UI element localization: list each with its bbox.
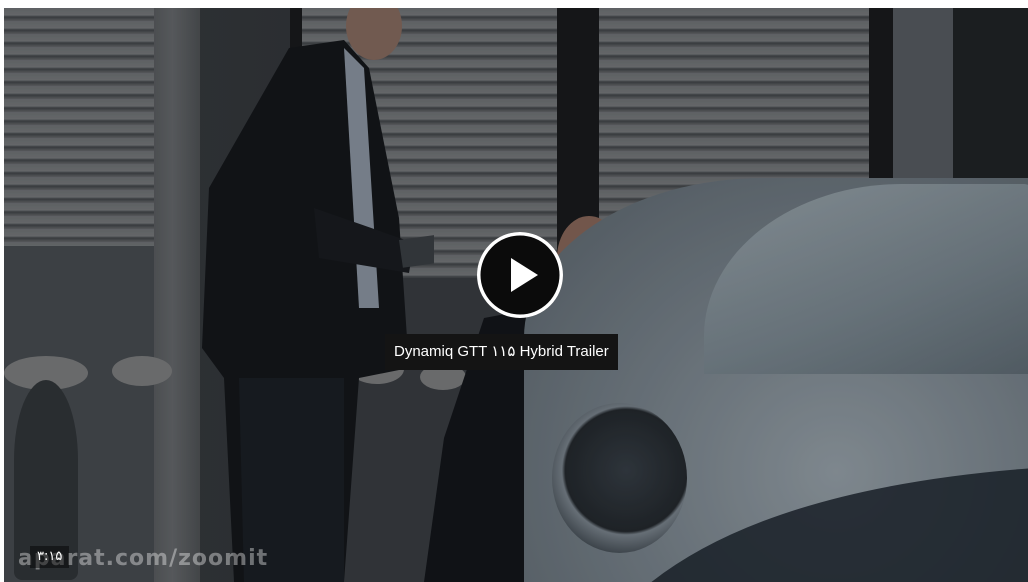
play-button[interactable] <box>477 232 563 318</box>
play-icon <box>477 232 563 318</box>
video-title[interactable]: Dynamiq GTT ۱۱۵ Hybrid Trailer <box>385 334 618 370</box>
duration-badge: ۳:۱۵ <box>30 546 70 568</box>
video-player[interactable]: aparat.com/zoomit ۳:۱۵ Dynamiq GTT ۱۱۵ H… <box>4 8 1028 582</box>
